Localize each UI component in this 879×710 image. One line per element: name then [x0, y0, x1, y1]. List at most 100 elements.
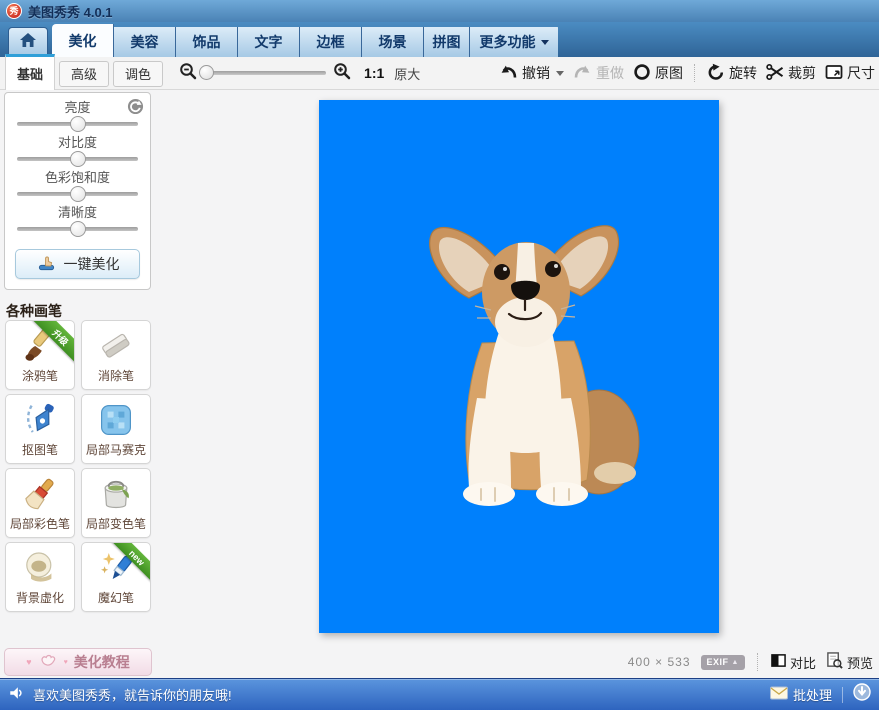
- tutorial-label: 美化教程: [74, 652, 130, 672]
- brush-magic-pen-button[interactable]: 魔幻笔 new: [81, 542, 151, 612]
- corgi-photo: [319, 100, 719, 633]
- saturation-slider: 色彩饱和度: [17, 169, 138, 202]
- zoom-out-icon[interactable]: [179, 62, 197, 85]
- announcement-text: 喜欢美图秀秀，就告诉你的朋友哦!: [33, 685, 232, 704]
- brush-background-blur-button[interactable]: 背景虚化: [5, 542, 75, 612]
- zoom-slider-handle[interactable]: [199, 65, 214, 80]
- sharpness-track[interactable]: [17, 221, 138, 237]
- panel-tab-basic[interactable]: 基础: [5, 54, 55, 90]
- heart-icon: ♥: [64, 659, 68, 666]
- brush-cutout-pen-button[interactable]: 抠图笔: [5, 394, 75, 464]
- brightness-label: 亮度: [17, 99, 138, 116]
- tab-collage[interactable]: 拼图: [424, 27, 470, 57]
- tab-beautify[interactable]: 美化: [52, 24, 114, 57]
- triangle-up-icon: ▲: [732, 659, 739, 666]
- envelope-icon: [770, 686, 788, 703]
- sharpness-handle[interactable]: [70, 221, 86, 237]
- tab-label: 美容: [131, 32, 159, 52]
- contrast-label: 对比度: [17, 134, 138, 151]
- panel-tab-advanced[interactable]: 高级: [59, 61, 109, 87]
- tab-label: 更多功能: [480, 32, 536, 52]
- tab-text[interactable]: 文字: [238, 27, 300, 57]
- undo-button[interactable]: 撤销: [499, 63, 564, 83]
- press-button-icon: [36, 253, 57, 275]
- brightness-track[interactable]: [17, 116, 138, 132]
- resize-icon: [825, 63, 843, 84]
- batch-process-button[interactable]: 批处理: [770, 685, 832, 704]
- preview-button[interactable]: 预览: [826, 652, 873, 672]
- exif-badge[interactable]: EXIF ▲: [701, 655, 745, 670]
- brush-local-recolor-pen-button[interactable]: 局部变色笔: [81, 468, 151, 538]
- compare-button[interactable]: 对比: [771, 653, 816, 672]
- batch-process-label: 批处理: [793, 685, 832, 704]
- tab-label: 美化: [69, 31, 97, 51]
- bottom-bar-right: 批处理: [770, 683, 871, 706]
- download-circle-icon[interactable]: [853, 683, 871, 706]
- compare-label: 对比: [790, 653, 816, 672]
- brush-local-mosaic-button[interactable]: 局部马赛克: [81, 394, 151, 464]
- zoom-ratio-label[interactable]: 原大: [394, 64, 420, 83]
- exif-label: EXIF: [707, 657, 729, 667]
- one-click-beautify-button[interactable]: 一键美化: [15, 249, 140, 279]
- rotate-button[interactable]: 旋转: [707, 63, 757, 84]
- tab-label: 文字: [255, 32, 283, 52]
- zoom-slider-track[interactable]: [204, 71, 326, 75]
- tab-frame[interactable]: 边框: [300, 27, 362, 57]
- pen-nib-icon: [22, 402, 58, 443]
- home-icon: [19, 32, 37, 53]
- undo-icon: [499, 63, 518, 83]
- brush-section-header: 各种画笔: [6, 301, 62, 321]
- beautify-tutorial-button[interactable]: ♥ ♥ 美化教程: [4, 648, 152, 676]
- compare-icon: [771, 653, 786, 671]
- toolbar-actions: 撤销 重做 原图 旋转: [499, 63, 879, 84]
- basic-adjust-panel: 亮度 对比度 色彩饱和度: [4, 92, 151, 290]
- announcement: 喜欢美图秀秀，就告诉你的朋友哦!: [8, 685, 232, 704]
- meitu-xiuxiu-window: 秀 美图秀秀 4.0.1 美化 美容 饰品 文字 边框 场景 拼图 更多功能 基…: [0, 0, 879, 710]
- image-canvas[interactable]: [319, 100, 719, 633]
- redo-button[interactable]: 重做: [573, 63, 624, 83]
- mosaic-icon: [98, 402, 134, 443]
- saturation-handle[interactable]: [70, 186, 86, 202]
- tab-home[interactable]: [8, 27, 48, 57]
- brush-doodle-pen-button[interactable]: 涂鸦笔 升级: [5, 320, 75, 390]
- original-label: 原图: [655, 63, 683, 83]
- tab-retouch[interactable]: 美容: [114, 27, 176, 57]
- zoom-ratio-button[interactable]: 1:1: [364, 65, 384, 81]
- status-divider: [757, 653, 759, 671]
- contrast-handle[interactable]: [70, 151, 86, 167]
- window-title: 美图秀秀 4.0.1: [28, 2, 113, 21]
- resize-button[interactable]: 尺寸: [825, 63, 875, 84]
- workspace: 400 × 533 EXIF ▲ 对比 预览: [157, 90, 879, 678]
- eraser-icon: [98, 328, 134, 369]
- crop-button[interactable]: 裁剪: [766, 63, 816, 84]
- contrast-track[interactable]: [17, 151, 138, 167]
- tab-scene[interactable]: 场景: [362, 27, 424, 57]
- tab-accessories[interactable]: 饰品: [176, 27, 238, 57]
- panel-tab-color[interactable]: 调色: [113, 61, 163, 87]
- tab-more-features[interactable]: 更多功能: [470, 27, 558, 57]
- paint-bucket-icon: [98, 476, 134, 517]
- tab-label: 边框: [317, 32, 345, 52]
- contrast-slider: 对比度: [17, 134, 138, 167]
- side-panel-tabs: 基础 高级 调色: [0, 57, 167, 90]
- brush-local-color-pen-button[interactable]: 局部彩色笔: [5, 468, 75, 538]
- saturation-track[interactable]: [17, 186, 138, 202]
- zoom-in-icon[interactable]: [333, 62, 351, 85]
- toolbar-divider: [694, 64, 696, 82]
- sidebar: 亮度 对比度 色彩饱和度: [0, 90, 157, 678]
- heart-icon: ♥: [26, 657, 31, 667]
- paintbrush-icon: [22, 476, 58, 517]
- title-bar: 秀 美图秀秀 4.0.1: [0, 0, 879, 22]
- speaker-icon: [8, 685, 25, 704]
- brush-label: 背景虚化: [16, 589, 64, 606]
- tab-label: 饰品: [193, 32, 221, 52]
- sharpness-slider: 清晰度: [17, 204, 138, 237]
- chevron-down-icon: [541, 40, 549, 49]
- app-logo-icon: 秀: [6, 3, 22, 19]
- brush-eraser-pen-button[interactable]: 消除笔: [81, 320, 151, 390]
- brightness-handle[interactable]: [70, 116, 86, 132]
- tab-label: 拼图: [433, 32, 461, 52]
- view-original-button[interactable]: 原图: [633, 63, 683, 84]
- resize-label: 尺寸: [847, 63, 875, 83]
- undo-history-chevron-icon[interactable]: [556, 71, 564, 80]
